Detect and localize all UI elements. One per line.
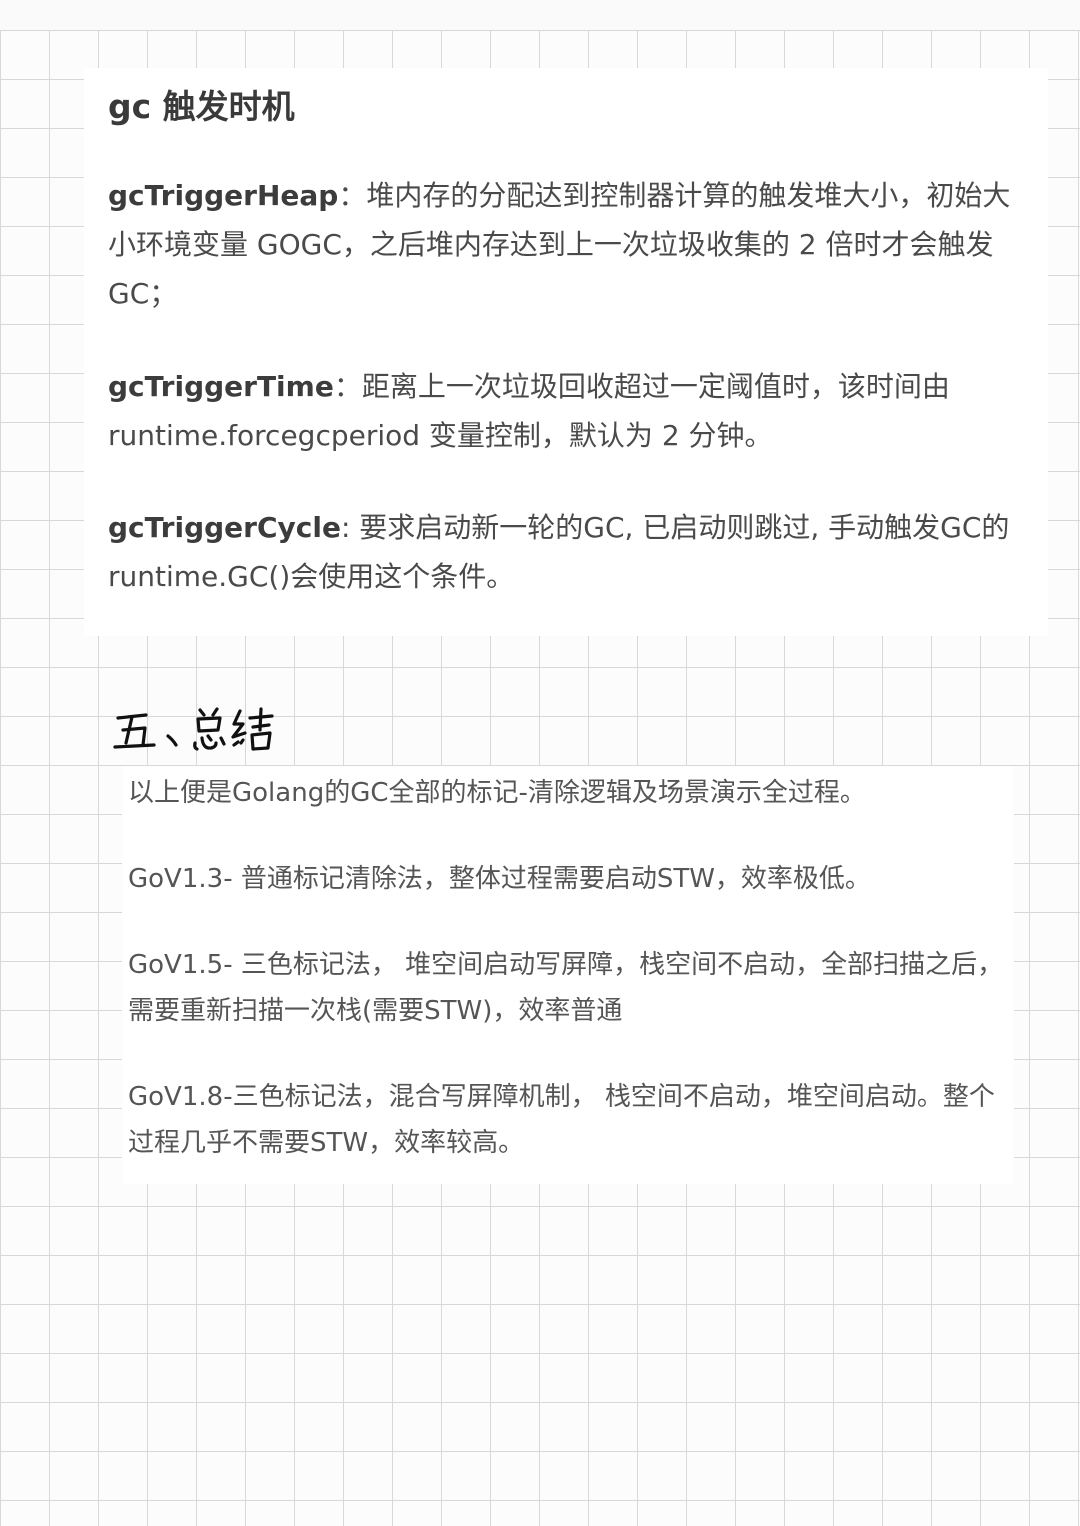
- term-label: gcTriggerHeap: [108, 179, 339, 212]
- summary-card: 以上便是Golang的GC全部的标记-清除逻辑及场景演示全过程。 GoV1.3-…: [122, 766, 1014, 1184]
- handwritten-summary-heading: [110, 698, 290, 768]
- section-title: gc 触发时机: [108, 87, 295, 126]
- summary-line-v13: GoV1.3- 普通标记清除法，整体过程需要启动STW，效率极低。: [128, 864, 871, 894]
- trigger-heap-paragraph: gcTriggerHeap：堆内存的分配达到控制器计算的触发堆大小，初始大小环境…: [108, 171, 1038, 318]
- term-separator: :: [340, 511, 360, 544]
- term-label: gcTriggerTime: [108, 370, 334, 403]
- top-margin: [0, 0, 1080, 30]
- gc-trigger-card: gc 触发时机 gcTriggerHeap：堆内存的分配达到控制器计算的触发堆大…: [84, 68, 1048, 636]
- term-separator: ：: [338, 179, 367, 212]
- term-label: gcTriggerCycle: [108, 511, 341, 544]
- summary-line-v15: GoV1.5- 三色标记法， 堆空间启动写屏障，栈空间不启动，全部扫描之后，需要…: [128, 950, 1004, 1026]
- term-separator: ：: [333, 370, 362, 403]
- trigger-time-paragraph: gcTriggerTime：距离上一次垃圾回收超过一定阈值时，该时间由 runt…: [108, 362, 1038, 460]
- summary-line-v18: GoV1.8-三色标记法，混合写屏障机制， 栈空间不启动，堆空间启动。整个过程几…: [128, 1082, 995, 1158]
- trigger-cycle-paragraph: gcTriggerCycle: 要求启动新一轮的GC, 已启动则跳过, 手动触发…: [108, 503, 1038, 601]
- summary-line-intro: 以上便是Golang的GC全部的标记-清除逻辑及场景演示全过程。: [128, 778, 866, 808]
